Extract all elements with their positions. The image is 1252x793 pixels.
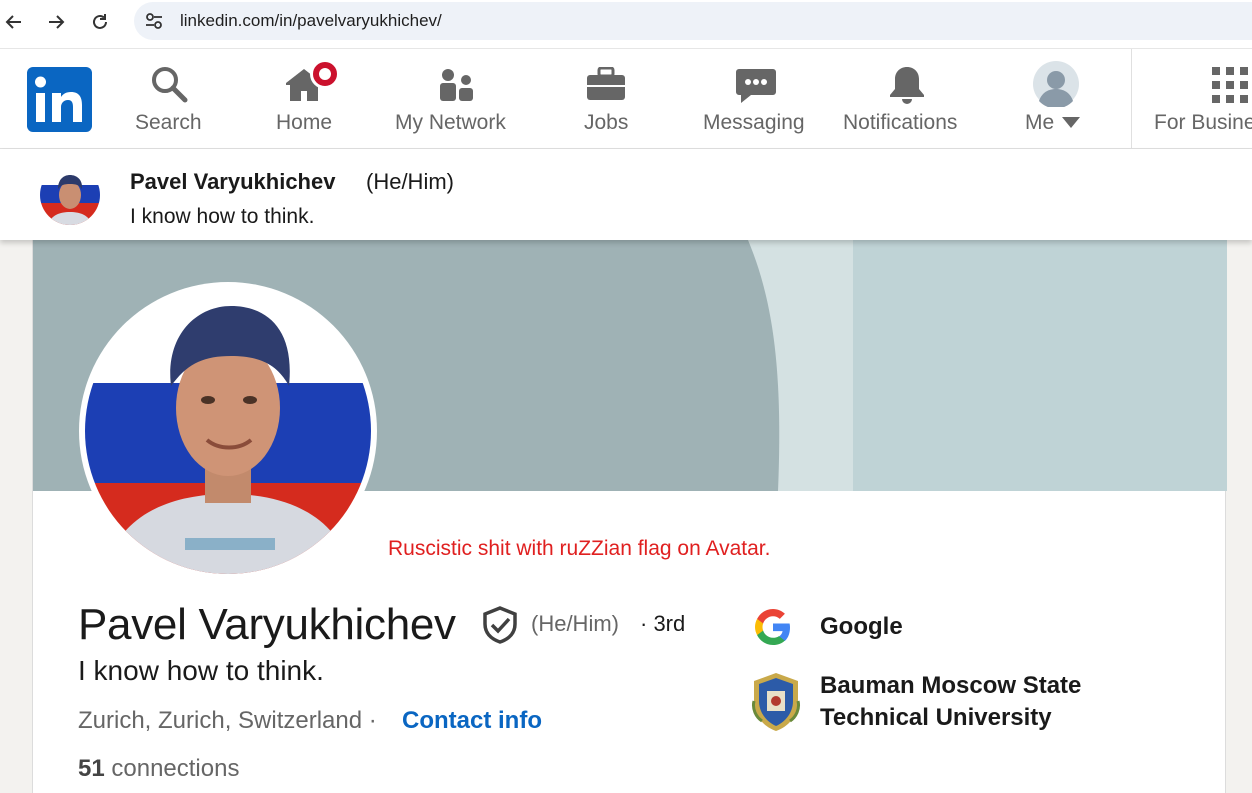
nav-notifications-label: Notifications [843,111,958,134]
profile-location: Zurich, Zurich, Switzerland · [78,707,377,734]
verified-shield-icon[interactable] [482,606,518,644]
briefcase-icon [587,67,625,100]
google-logo-icon [755,609,790,645]
profile-headline: I know how to think. [78,655,324,686]
org-bauman-name-line1: Bauman Moscow State [820,672,1082,699]
avatar-icon [1033,61,1079,107]
reload-icon [93,14,107,29]
org-google[interactable]: Google [750,605,903,649]
back-button[interactable] [0,8,28,36]
nav-jobs[interactable]: Jobs [566,49,646,149]
address-bar[interactable]: linkedin.com/in/pavelvaryukhichev/ [134,2,1252,40]
nav-messaging[interactable]: Messaging [700,49,812,149]
org-bauman-name: Bauman Moscow State Technical University [820,670,1081,734]
linkedin-global-nav: Search Home My Network Jobs Messaging No… [0,48,1252,149]
search-icon [152,67,188,103]
sticky-headline: I know how to think. [130,205,315,228]
back-arrow-icon [5,15,21,29]
profile-pronouns: (He/Him) [531,611,619,636]
nav-messaging-label: Messaging [703,111,805,134]
contact-info-link[interactable]: Contact info [402,707,542,735]
notification-badge [310,59,340,89]
connection-degree: · 3rd [640,611,686,636]
nav-for-business[interactable]: For Busine [1150,49,1252,149]
profile-photo-image [40,165,100,225]
nav-my-network-label: My Network [395,111,506,134]
org-google-name: Google [820,613,903,640]
nav-for-business-label: For Busine [1154,111,1252,134]
nav-jobs-label: Jobs [584,111,629,134]
annotation-text: Ruscistic shit with ruZZian flag on Avat… [388,537,771,560]
sticky-name: Pavel Varyukhichev [130,169,336,194]
org-bauman-name-line2: Technical University [820,704,1052,731]
sticky-pronouns: (He/Him) [366,169,454,194]
bell-icon [890,67,924,104]
nav-divider [1131,49,1132,149]
nav-me[interactable]: Me [1022,49,1092,149]
connections-count[interactable]: 51 connections [78,755,239,783]
sticky-profile-header: Pavel Varyukhichev (He/Him) I know how t… [0,149,1252,240]
connections-number: 51 [78,755,105,782]
profile-name: Pavel Varyukhichev [78,600,456,649]
url-text: linkedin.com/in/pavelvaryukhichev/ [180,11,442,30]
forward-button[interactable] [42,8,70,36]
nav-notifications[interactable]: Notifications [842,49,972,149]
chevron-down-icon [1062,117,1080,128]
sticky-profile-photo[interactable] [40,165,100,225]
linkedin-in-icon [35,76,82,122]
org-bauman[interactable]: Bauman Moscow State Technical University [750,670,1081,734]
profile-photo-image [85,288,371,574]
nav-search[interactable]: Search [128,49,208,149]
nav-me-label: Me [1025,111,1055,134]
university-crest-icon [752,673,800,731]
nav-search-label: Search [135,111,202,134]
messaging-icon [736,69,776,103]
nav-home-label: Home [276,111,333,134]
network-icon [440,69,473,101]
forward-arrow-icon [49,15,65,29]
connections-label: connections [111,755,240,782]
grid-icon [1212,67,1248,103]
reload-button[interactable] [86,8,114,36]
browser-toolbar: linkedin.com/in/pavelvaryukhichev/ [0,0,1252,48]
profile-photo[interactable] [79,282,377,580]
linkedin-logo[interactable] [27,67,92,132]
nav-my-network[interactable]: My Network [392,49,522,149]
site-settings-icon[interactable] [144,11,164,31]
nav-home[interactable]: Home [266,49,346,149]
